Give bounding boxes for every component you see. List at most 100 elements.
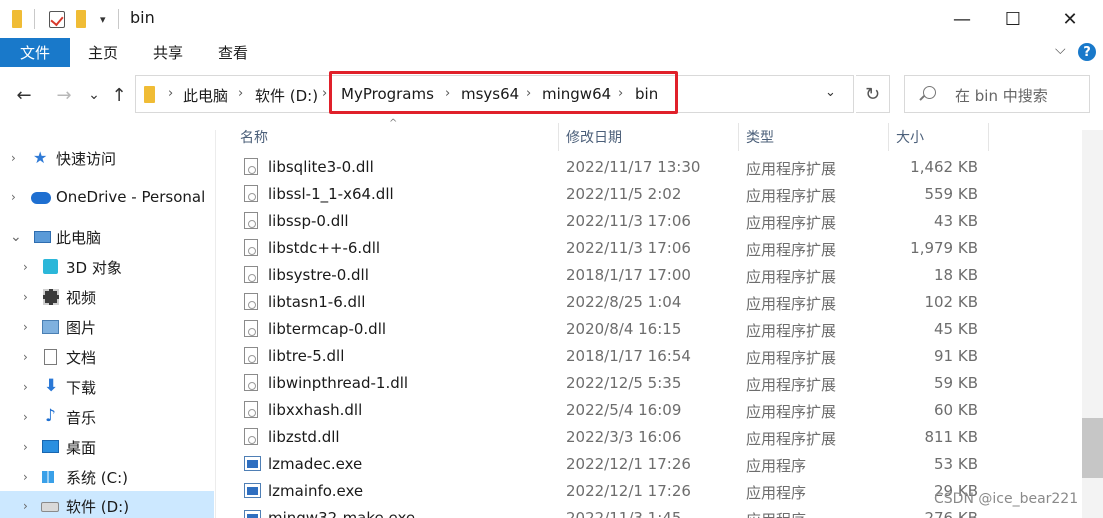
- nav-label: 此电脑: [56, 228, 102, 247]
- file-type: 应用程序扩展: [746, 403, 837, 421]
- file-row[interactable]: libssl-1_1-x64.dll 2022/11/5 2:02 应用程序扩展 55…: [228, 181, 1080, 208]
- file-type: 应用程序扩展: [746, 322, 837, 340]
- quick-access-dropdown[interactable]: ▾: [100, 8, 106, 30]
- music-icon: ♪: [45, 406, 56, 426]
- file-type: 应用程序扩展: [746, 430, 837, 448]
- separator: [118, 8, 119, 30]
- nav-label: 软件 (D:): [66, 497, 130, 516]
- help-icon[interactable]: ?: [1078, 43, 1096, 61]
- chevron-right-icon[interactable]: ›: [11, 190, 16, 204]
- file-date: 2020/8/4 16:15: [566, 320, 682, 338]
- chevron-right-icon[interactable]: ›: [23, 260, 28, 274]
- file-row[interactable]: lzmadec.exe 2022/12/1 17:26 应用程序 53 KB: [228, 451, 1080, 478]
- back-button[interactable]: ←: [12, 82, 36, 108]
- column-divider[interactable]: [988, 123, 989, 151]
- chevron-right-icon[interactable]: ›: [11, 151, 16, 165]
- close-button[interactable]: ✕: [1042, 0, 1098, 38]
- file-row[interactable]: libxxhash.dll 2022/5/4 16:09 应用程序扩展 60 KB: [228, 397, 1080, 424]
- chevron-right-icon[interactable]: ›: [23, 350, 28, 364]
- scrollbar-thumb[interactable]: [1082, 418, 1103, 478]
- tab-home[interactable]: 主页: [80, 38, 126, 67]
- nav-label: 图片: [66, 318, 97, 337]
- column-divider[interactable]: [558, 123, 559, 151]
- up-button[interactable]: ↑: [108, 82, 130, 108]
- chevron-right-icon[interactable]: ›: [23, 290, 28, 304]
- tab-file[interactable]: 文件: [0, 38, 70, 67]
- file-name: libzstd.dll: [268, 428, 340, 446]
- file-row[interactable]: libssp-0.dll 2022/11/3 17:06 应用程序扩展 43 KB: [228, 208, 1080, 235]
- file-row[interactable]: libzstd.dll 2022/3/3 16:06 应用程序扩展 811 KB: [228, 424, 1080, 451]
- chevron-right-icon[interactable]: ›: [23, 380, 28, 394]
- chevron-down-icon[interactable]: ⌄: [10, 229, 22, 245]
- expand-ribbon-icon[interactable]: ⌵: [1055, 42, 1066, 58]
- address-dropdown-icon[interactable]: ⌄: [825, 85, 836, 100]
- desktop-icon: [42, 440, 59, 453]
- file-row[interactable]: libsqlite3-0.dll 2022/11/17 13:30 应用程序扩展 1,…: [228, 154, 1080, 181]
- breadcrumb-separator[interactable]: ›: [238, 86, 243, 101]
- breadcrumb-separator[interactable]: ›: [168, 86, 173, 101]
- chevron-right-icon[interactable]: ›: [23, 320, 28, 334]
- nav-item-music[interactable]: › ♪ 音乐: [0, 402, 214, 432]
- nav-item-documents[interactable]: › 文档: [0, 342, 214, 372]
- maximize-button[interactable]: ☐: [985, 0, 1041, 38]
- chevron-right-icon[interactable]: ›: [23, 470, 28, 484]
- column-header-type[interactable]: 类型: [746, 123, 888, 151]
- file-type: 应用程序: [746, 457, 807, 475]
- file-row[interactable]: libtasn1-6.dll 2022/8/25 1:04 应用程序扩展 102 KB: [228, 289, 1080, 316]
- breadcrumb-separator[interactable]: ›: [322, 86, 327, 101]
- nav-label: 桌面: [66, 438, 97, 457]
- file-size: 60 KB: [934, 401, 978, 419]
- properties-icon[interactable]: [49, 8, 65, 30]
- recent-locations-button[interactable]: ⌄: [86, 82, 102, 108]
- nav-item-pictures[interactable]: › 图片: [0, 312, 214, 342]
- minimize-button[interactable]: —: [934, 0, 990, 38]
- dll-file-icon: [244, 428, 258, 445]
- file-type: 应用程序: [746, 509, 806, 518]
- nav-item-downloads[interactable]: › ⬇ 下载: [0, 372, 214, 402]
- computer-icon: [34, 231, 51, 243]
- nav-item-videos[interactable]: › 视频: [0, 282, 214, 312]
- new-folder-icon[interactable]: [76, 8, 86, 30]
- column-divider[interactable]: [888, 123, 889, 151]
- file-row[interactable]: libtermcap-0.dll 2020/8/4 16:15 应用程序扩展 45 K…: [228, 316, 1080, 343]
- dll-file-icon: [244, 158, 258, 175]
- nav-item-system-c[interactable]: › 系统 (C:): [0, 462, 214, 492]
- tab-share[interactable]: 共享: [145, 38, 191, 67]
- file-row[interactable]: libtre-5.dll 2018/1/17 16:54 应用程序扩展 91 KB: [228, 343, 1080, 370]
- file-type: 应用程序扩展: [746, 187, 837, 205]
- column-header-name[interactable]: 名称: [240, 123, 558, 151]
- column-divider[interactable]: [738, 123, 739, 151]
- chevron-right-icon[interactable]: ›: [23, 440, 28, 454]
- chevron-right-icon[interactable]: ›: [23, 410, 28, 424]
- file-size: 559 KB: [924, 185, 978, 203]
- breadcrumb-drive-d[interactable]: 软件 (D:): [255, 85, 318, 106]
- nav-item-this-pc[interactable]: ⌄ 此电脑: [0, 222, 214, 252]
- nav-item-desktop[interactable]: › 桌面: [0, 432, 214, 462]
- title-bar: ▾ bin — ☐ ✕: [0, 0, 1103, 38]
- nav-item-software-d[interactable]: › 软件 (D:): [0, 491, 214, 518]
- cloud-icon: [31, 192, 51, 204]
- nav-item-3d-objects[interactable]: › 3D 对象: [0, 252, 214, 282]
- column-header-size[interactable]: 大小: [896, 123, 988, 151]
- file-size: 43 KB: [934, 212, 978, 230]
- breadcrumb-this-pc[interactable]: 此电脑: [183, 85, 228, 106]
- file-row[interactable]: libstdc++-6.dll 2022/11/3 17:06 应用程序扩展 1,97…: [228, 235, 1080, 262]
- separator: [34, 8, 35, 30]
- search-box[interactable]: 在 bin 中搜索: [904, 75, 1090, 113]
- chevron-right-icon[interactable]: ›: [23, 499, 28, 513]
- nav-item-quick-access[interactable]: › ★ 快速访问: [0, 143, 214, 173]
- file-name: libtre-5.dll: [268, 347, 345, 365]
- file-name: libsqlite3-0.dll: [268, 158, 374, 176]
- nav-item-onedrive[interactable]: › OneDrive - Personal: [0, 182, 214, 212]
- column-header-date[interactable]: 修改日期: [566, 123, 738, 151]
- tab-view[interactable]: 查看: [210, 38, 256, 67]
- file-date: 2022/11/3 17:06: [566, 239, 691, 257]
- file-row[interactable]: libwinpthread-1.dll 2022/12/5 5:35 应用程序扩展 5…: [228, 370, 1080, 397]
- forward-button[interactable]: →: [52, 82, 76, 108]
- file-name: libssp-0.dll: [268, 212, 349, 230]
- refresh-button[interactable]: ↻: [856, 75, 890, 113]
- file-date: 2018/1/17 16:54: [566, 347, 691, 365]
- file-size: 18 KB: [934, 266, 978, 284]
- file-row[interactable]: libsystre-0.dll 2018/1/17 17:00 应用程序扩展 18 K…: [228, 262, 1080, 289]
- file-type: 应用程序扩展: [746, 376, 837, 394]
